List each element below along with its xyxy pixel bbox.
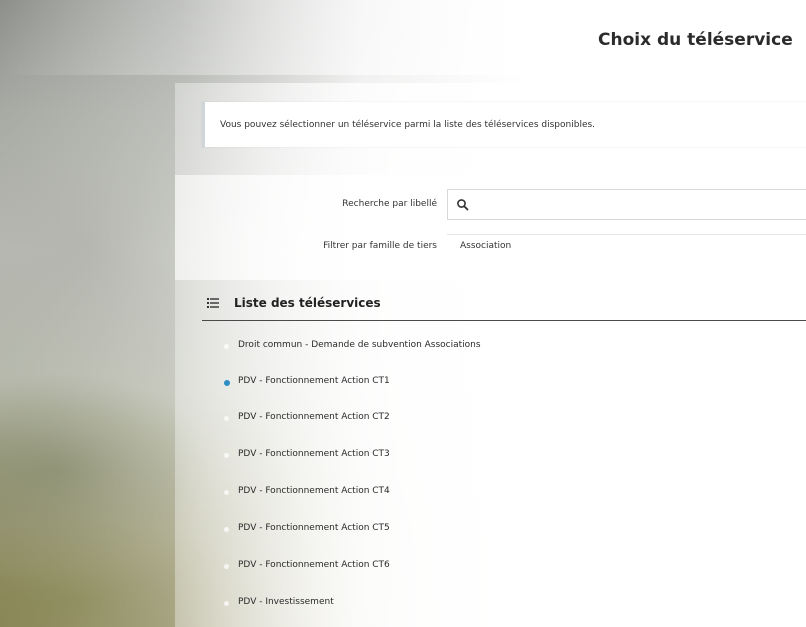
list-title: Liste des téléservices [234, 296, 381, 310]
info-box: Vous pouvez sélectionner un téléservice … [202, 102, 806, 147]
page-title: Choix du téléservice [598, 30, 793, 50]
bullet-icon [224, 490, 229, 495]
list-item-label: PDV - Fonctionnement Action CT2 [238, 412, 390, 422]
search-icon [457, 199, 469, 211]
list-icon [207, 298, 219, 308]
divider [447, 234, 806, 235]
bullet-icon [224, 564, 229, 569]
list-item[interactable]: Droit commun - Demande de subvention Ass… [200, 338, 800, 358]
family-filter-label: Filtrer par famille de tiers [323, 241, 437, 251]
active-bullet-icon [224, 380, 230, 386]
search-label: Recherche par libellé [342, 199, 437, 209]
search-input[interactable] [476, 194, 800, 218]
list-item-label: PDV - Investissement [238, 597, 334, 607]
bullet-icon [224, 527, 229, 532]
list-item-label: PDV - Fonctionnement Action CT3 [238, 449, 390, 459]
list-item-label: PDV - Fonctionnement Action CT4 [238, 486, 390, 496]
list-item-label: PDV - Fonctionnement Action CT6 [238, 560, 390, 570]
list-item[interactable]: PDV - Fonctionnement Action CT6 [200, 558, 800, 578]
list-item-label: PDV - Fonctionnement Action CT5 [238, 523, 390, 533]
bullet-icon [224, 453, 229, 458]
search-box[interactable] [447, 189, 806, 220]
list-item-label: Droit commun - Demande de subvention Ass… [238, 340, 481, 350]
info-text: Vous pouvez sélectionner un téléservice … [220, 120, 596, 130]
list-item[interactable]: PDV - Fonctionnement Action CT2 [200, 410, 800, 430]
filters-panel: Recherche par libellé Filtrer par famill… [175, 175, 806, 280]
list-item[interactable]: PDV - Fonctionnement Action CT4 [200, 484, 800, 504]
list-item[interactable]: PDV - Investissement [200, 595, 800, 615]
list-item-label: PDV - Fonctionnement Action CT1 [238, 376, 390, 386]
list-item[interactable]: PDV - Fonctionnement Action CT3 [200, 447, 800, 467]
family-filter-value[interactable]: Association [460, 241, 511, 251]
bullet-icon [224, 344, 229, 349]
bullet-icon [224, 416, 229, 421]
list-item[interactable]: PDV - Fonctionnement Action CT5 [200, 521, 800, 541]
bullet-icon [224, 601, 229, 606]
list-title-divider [202, 320, 806, 321]
list-item[interactable]: PDV - Fonctionnement Action CT1 [200, 374, 800, 394]
